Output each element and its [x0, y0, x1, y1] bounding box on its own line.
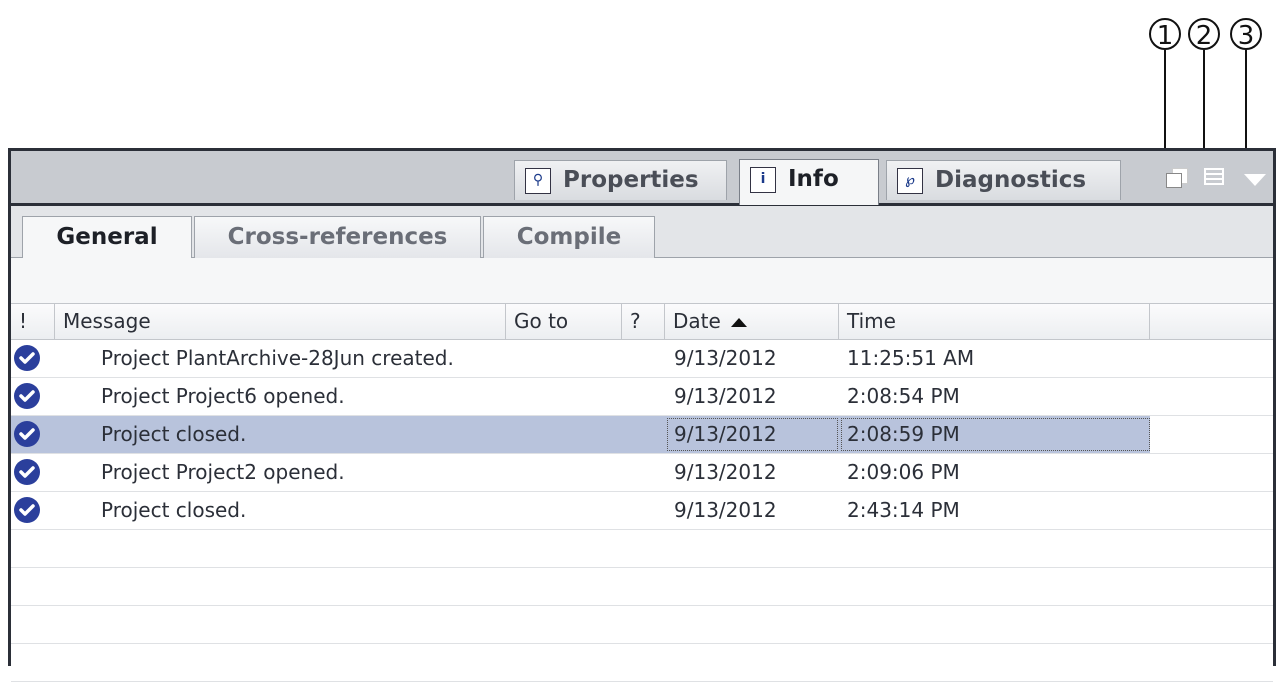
check-icon [14, 421, 40, 447]
check-icon [14, 383, 40, 409]
tab-cross-references[interactable]: Cross-references [194, 216, 481, 258]
column-header-severity[interactable]: ! [11, 304, 55, 339]
table-row[interactable]: Project closed. 9/13/2012 2:43:14 PM [11, 492, 1273, 530]
column-header-date-label: Date [673, 309, 721, 333]
empty-row [11, 606, 1273, 644]
tab-properties-label: Properties [563, 167, 699, 193]
time-text: 11:25:51 AM [847, 346, 975, 370]
float-window-icon[interactable] [1166, 168, 1188, 188]
tab-compile[interactable]: Compile [483, 216, 655, 258]
time-text: 2:08:54 PM [847, 384, 960, 408]
date-text: 9/13/2012 [674, 384, 777, 408]
message-text: Project closed. [101, 498, 247, 522]
info-icon: i [750, 167, 776, 193]
sort-ascending-icon [730, 318, 747, 327]
date-text: 9/13/2012 [674, 460, 777, 484]
message-text: Project closed. [101, 422, 247, 446]
column-header-message[interactable]: Message [55, 304, 506, 339]
tab-properties[interactable]: ⚲ Properties [514, 160, 727, 200]
date-text: 9/13/2012 [674, 498, 777, 522]
time-text: 2:43:14 PM [847, 498, 960, 522]
table-header: ! Message Go to ? Date Time [11, 303, 1273, 340]
column-header-time[interactable]: Time [839, 304, 1150, 339]
tab-general[interactable]: General [22, 216, 192, 259]
table-row[interactable]: Project closed. 9/13/2012 2:08:59 PM [11, 416, 1273, 454]
properties-icon: ⚲ [525, 168, 551, 194]
list-view-icon[interactable] [1204, 168, 1224, 185]
message-text: Project PlantArchive-28Jun created. [101, 346, 454, 370]
table-row[interactable]: Project Project6 opened. 9/13/2012 2:08:54… [11, 378, 1273, 416]
time-text: 2:08:59 PM [847, 422, 960, 446]
date-text: 9/13/2012 [674, 422, 777, 446]
message-text: Project Project6 opened. [101, 384, 345, 408]
table-row[interactable]: Project PlantArchive-28Jun created. 9/13/… [11, 340, 1273, 378]
diagnostics-icon: ℘ [897, 168, 923, 194]
time-text: 2:09:06 PM [847, 460, 960, 484]
callout-2: 2 [1188, 18, 1220, 51]
check-icon [14, 459, 40, 485]
message-text: Project Project2 opened. [101, 460, 345, 484]
tab-info-label: Info [788, 166, 839, 192]
message-toolbar [11, 258, 1273, 303]
inspector-tab-bar: ⚲ Properties i Info ℘ Diagnostics [11, 151, 1273, 206]
callout-3-leader [1245, 50, 1247, 162]
callout-2-leader [1203, 50, 1205, 162]
callout-1-leader [1164, 50, 1166, 162]
table-row[interactable]: Project Project2 opened. 9/13/2012 2:09:06… [11, 454, 1273, 492]
check-icon [14, 497, 40, 523]
date-text: 9/13/2012 [674, 346, 777, 370]
tab-diagnostics[interactable]: ℘ Diagnostics [886, 160, 1121, 200]
info-subtab-bar: General Cross-references Compile [11, 206, 1273, 259]
callout-3: 3 [1230, 18, 1262, 51]
callout-1: 1 [1149, 18, 1181, 51]
inspector-panel: ⚲ Properties i Info ℘ Diagnostics Genera… [8, 148, 1276, 682]
chevron-down-icon[interactable] [1244, 174, 1266, 186]
column-header-date[interactable]: Date [665, 304, 839, 339]
check-icon [14, 345, 40, 371]
empty-row [11, 530, 1273, 568]
empty-row [11, 644, 1273, 682]
tab-info[interactable]: i Info [739, 159, 879, 205]
empty-row [11, 568, 1273, 606]
tab-diagnostics-label: Diagnostics [935, 167, 1087, 193]
column-header-help[interactable]: ? [622, 304, 665, 339]
column-header-filler [1150, 304, 1273, 339]
column-header-goto[interactable]: Go to [506, 304, 622, 339]
